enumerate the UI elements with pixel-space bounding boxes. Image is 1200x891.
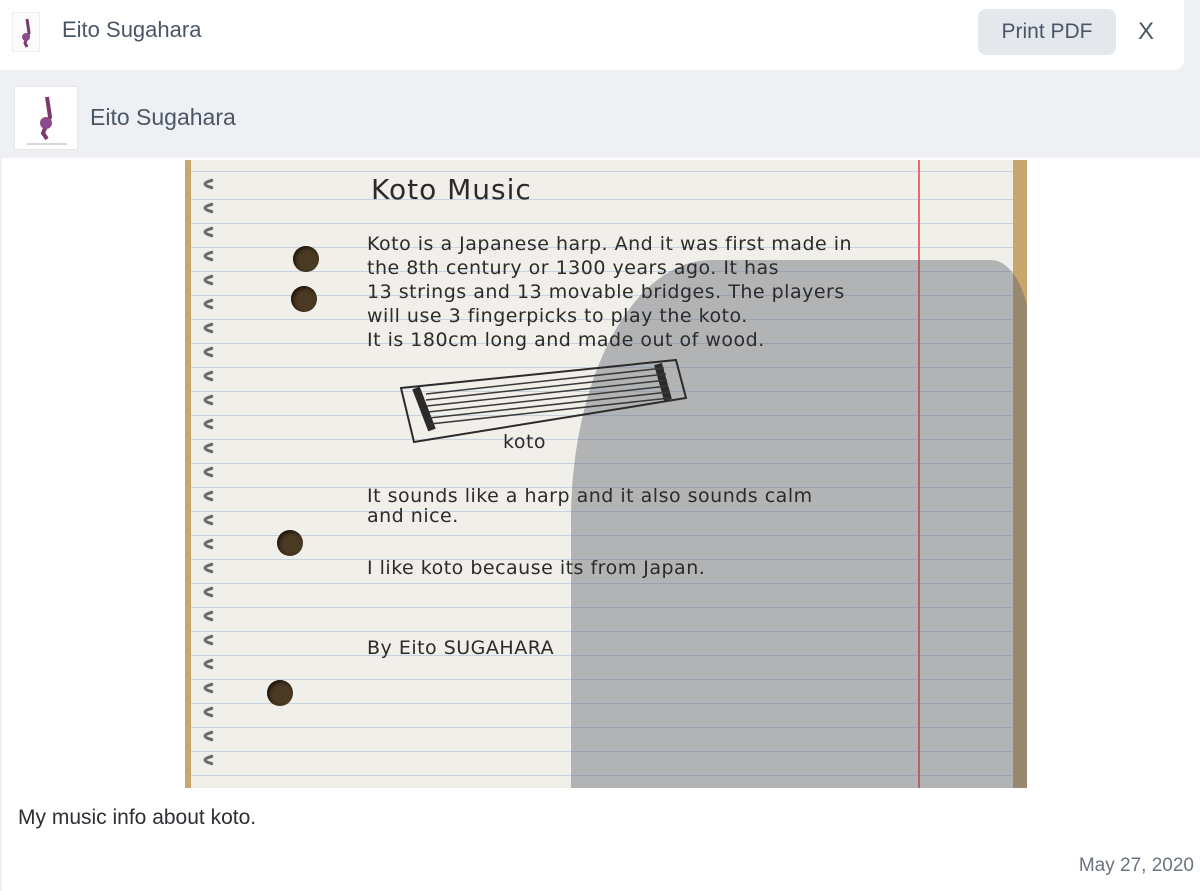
punch-hole	[277, 530, 303, 556]
avatar[interactable]	[14, 86, 78, 150]
post-image[interactable]: Koto Music Koto is a Japanese harp. And …	[185, 160, 1027, 788]
author-name[interactable]: Eito Sugahara	[90, 104, 236, 131]
note-line: It is 180cm long and made out of wood.	[367, 329, 765, 351]
post-caption: My music info about koto.	[18, 806, 257, 829]
note-signature: By Eito SUGAHARA	[367, 637, 555, 659]
print-pdf-button[interactable]: Print PDF	[978, 9, 1116, 55]
top-header: Eito Sugahara Print PDF X	[0, 0, 1184, 70]
post-author-row: Eito Sugahara	[0, 76, 1200, 156]
koto-drawing-label: koto	[503, 431, 547, 453]
close-icon: X	[1137, 18, 1154, 45]
post-card: Koto Music Koto is a Japanese harp. And …	[2, 158, 1200, 891]
note-line: will use 3 fingerpicks to play the koto.	[367, 305, 748, 327]
notebook-page: Koto Music Koto is a Japanese harp. And …	[191, 160, 1027, 788]
punch-hole	[291, 286, 317, 312]
note-line: 13 strings and 13 movable bridges. The p…	[367, 281, 845, 303]
close-button[interactable]: X	[1128, 12, 1164, 52]
note-title: Koto Music	[371, 173, 532, 206]
post-date: May 27, 2020	[1078, 855, 1194, 876]
punch-hole	[293, 246, 319, 272]
note-line: I like koto because its from Japan.	[367, 557, 706, 579]
header-thumbnail	[12, 12, 40, 52]
note-line: the 8th century or 1300 years ago. It ha…	[367, 257, 780, 279]
note-line: Koto is a Japanese harp. And it was firs…	[367, 233, 853, 255]
spiral-binding	[203, 178, 214, 766]
note-line: and nice.	[367, 505, 459, 527]
punch-hole	[267, 680, 293, 706]
header-title: Eito Sugahara	[62, 17, 202, 42]
